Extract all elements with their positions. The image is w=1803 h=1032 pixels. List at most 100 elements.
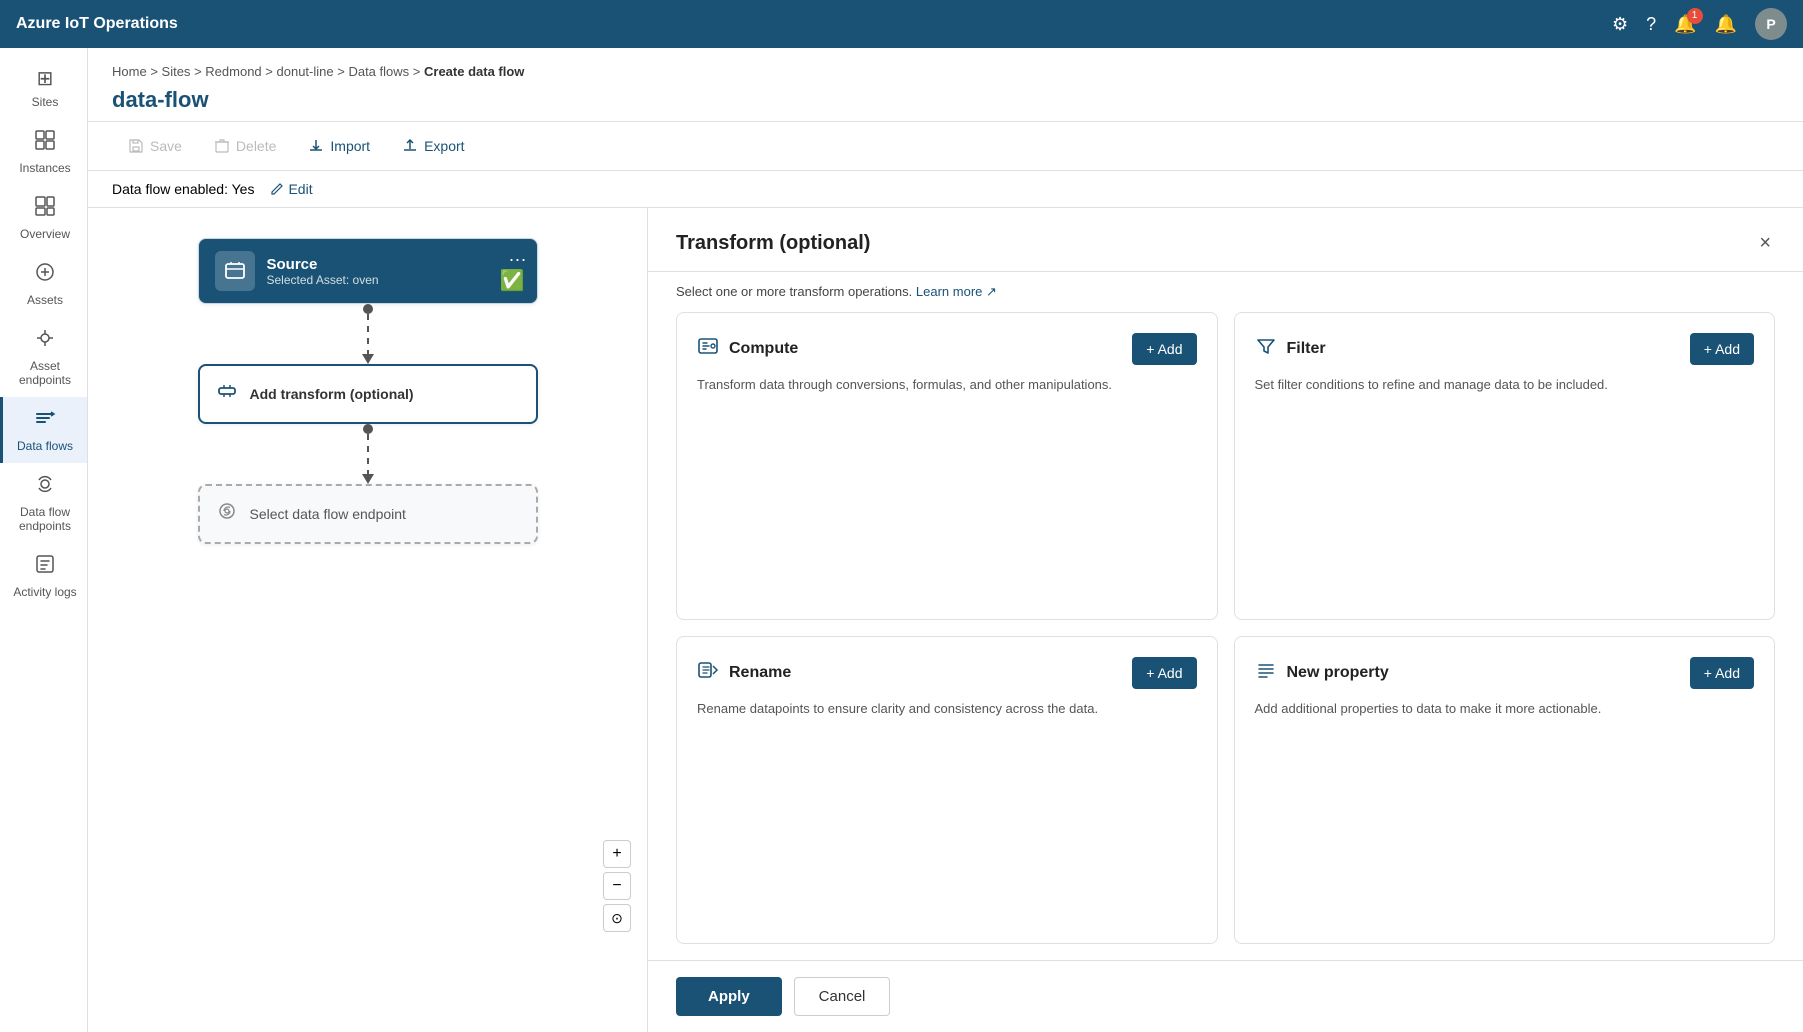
rename-description: Rename datapoints to ensure clarity and … (697, 699, 1197, 719)
rename-add-button[interactable]: + Add (1132, 657, 1196, 689)
learn-more-link[interactable]: Learn more ↗ (916, 284, 997, 299)
fit-view-button[interactable]: ⊙ (603, 904, 631, 932)
new-property-title: New property (1287, 664, 1389, 682)
data-flow-endpoints-icon (34, 473, 56, 501)
connector-1 (362, 304, 374, 364)
compute-icon (697, 335, 719, 363)
sidebar-item-label: Instances (19, 161, 70, 175)
settings-icon[interactable]: ⚙ (1612, 14, 1628, 35)
filter-icon (1255, 335, 1277, 363)
compute-add-button[interactable]: + Add (1132, 333, 1196, 365)
close-panel-button[interactable]: × (1755, 228, 1775, 259)
compute-card: Compute + Add Transform data through con… (676, 312, 1218, 620)
filter-title: Filter (1287, 340, 1326, 358)
breadcrumb-sites[interactable]: Sites (162, 64, 191, 79)
breadcrumb: Home > Sites > Redmond > donut-line > Da… (112, 64, 1779, 79)
notification-badge: 1 (1687, 8, 1703, 24)
export-label: Export (424, 138, 464, 154)
flow-canvas[interactable]: ··· Source Selected Asset: oven ✅ (88, 208, 648, 1032)
import-button[interactable]: Import (292, 130, 386, 162)
source-node-icon (215, 251, 255, 291)
enabled-bar: Data flow enabled: Yes Edit (88, 171, 1803, 208)
sidebar: ⊞ Sites Instances Overview (0, 48, 88, 1032)
save-button[interactable]: Save (112, 130, 198, 162)
endpoint-node-label: Select data flow endpoint (250, 506, 406, 522)
activity-logs-icon (34, 553, 56, 581)
source-title: Source (267, 256, 379, 273)
overview-icon (34, 195, 56, 223)
sidebar-item-label: Data flow endpoints (11, 505, 79, 533)
transform-panel: Transform (optional) × Select one or mor… (648, 208, 1803, 1032)
top-navigation: Azure IoT Operations ⚙ ? 🔔 1 🔔 P (0, 0, 1803, 48)
export-button[interactable]: Export (386, 130, 480, 162)
sidebar-item-overview[interactable]: Overview (0, 185, 87, 251)
breadcrumb-donut-line[interactable]: donut-line (277, 64, 334, 79)
transform-node-icon (216, 380, 238, 408)
panel-title: Transform (optional) (676, 232, 870, 255)
rename-card: Rename + Add Rename datapoints to ensure… (676, 636, 1218, 944)
delete-label: Delete (236, 138, 276, 154)
import-label: Import (330, 138, 370, 154)
connector-2 (362, 424, 374, 484)
sidebar-item-label: Asset endpoints (11, 359, 79, 387)
sidebar-item-label: Data flows (17, 439, 73, 453)
sidebar-item-label: Assets (27, 293, 63, 307)
content-area: ··· Source Selected Asset: oven ✅ (88, 208, 1803, 1032)
sidebar-item-data-flows[interactable]: Data flows (0, 397, 87, 463)
transform-node-label: Add transform (optional) (250, 386, 414, 402)
new-property-icon (1255, 659, 1277, 687)
breadcrumb-home[interactable]: Home (112, 64, 147, 79)
panel-footer: Apply Cancel (648, 960, 1803, 1032)
page-header: Home > Sites > Redmond > donut-line > Da… (88, 48, 1803, 121)
sidebar-item-assets[interactable]: Assets (0, 251, 87, 317)
zoom-out-button[interactable]: − (603, 872, 631, 900)
panel-description: Select one or more transform operations.… (648, 272, 1803, 312)
sidebar-item-instances[interactable]: Instances (0, 119, 87, 185)
topnav-icons: ⚙ ? 🔔 1 🔔 P (1612, 8, 1787, 40)
sidebar-item-label: Activity logs (13, 585, 76, 599)
rename-title: Rename (729, 664, 791, 682)
enabled-text: Data flow enabled: Yes (112, 181, 254, 197)
sidebar-item-data-flow-endpoints[interactable]: Data flow endpoints (0, 463, 87, 543)
new-property-add-button[interactable]: + Add (1690, 657, 1754, 689)
cancel-button[interactable]: Cancel (794, 977, 891, 1016)
filter-add-button[interactable]: + Add (1690, 333, 1754, 365)
assets-icon (34, 261, 56, 289)
sidebar-item-asset-endpoints[interactable]: Asset endpoints (0, 317, 87, 397)
asset-endpoints-icon (34, 327, 56, 355)
bell-icon[interactable]: 🔔 (1715, 14, 1737, 35)
source-node-menu[interactable]: ··· (509, 249, 527, 270)
breadcrumb-current: Create data flow (424, 64, 524, 79)
source-node[interactable]: ··· Source Selected Asset: oven ✅ (198, 238, 538, 304)
edit-label: Edit (288, 181, 312, 197)
sidebar-item-activity-logs[interactable]: Activity logs (0, 543, 87, 609)
source-subtitle: Selected Asset: oven (267, 273, 379, 287)
sidebar-item-label: Sites (32, 95, 59, 109)
apply-button[interactable]: Apply (676, 977, 782, 1016)
transform-node[interactable]: Add transform (optional) (198, 364, 538, 424)
endpoint-node[interactable]: Select data flow endpoint (198, 484, 538, 544)
zoom-in-button[interactable]: + (603, 840, 631, 868)
sidebar-item-sites[interactable]: ⊞ Sites (0, 56, 87, 119)
filter-description: Set filter conditions to refine and mana… (1255, 375, 1755, 395)
breadcrumb-redmond[interactable]: Redmond (205, 64, 261, 79)
page-title: data-flow (112, 87, 1779, 113)
compute-title: Compute (729, 340, 798, 358)
data-flows-icon (34, 407, 56, 435)
avatar[interactable]: P (1755, 8, 1787, 40)
save-label: Save (150, 138, 182, 154)
filter-card: Filter + Add Set filter conditions to re… (1234, 312, 1776, 620)
delete-button[interactable]: Delete (198, 130, 292, 162)
edit-button[interactable]: Edit (270, 181, 312, 197)
help-icon[interactable]: ? (1646, 14, 1656, 35)
rename-icon (697, 659, 719, 687)
sidebar-item-label: Overview (20, 227, 70, 241)
toolbar: Save Delete Import Export (88, 121, 1803, 171)
breadcrumb-data-flows[interactable]: Data flows (348, 64, 409, 79)
endpoint-node-icon (216, 500, 238, 528)
notifications-icon[interactable]: 🔔 1 (1674, 14, 1696, 35)
source-status-icon: ✅ (500, 268, 525, 293)
instances-icon (34, 129, 56, 157)
transform-grid: Compute + Add Transform data through con… (648, 312, 1803, 960)
panel-header: Transform (optional) × (648, 208, 1803, 272)
